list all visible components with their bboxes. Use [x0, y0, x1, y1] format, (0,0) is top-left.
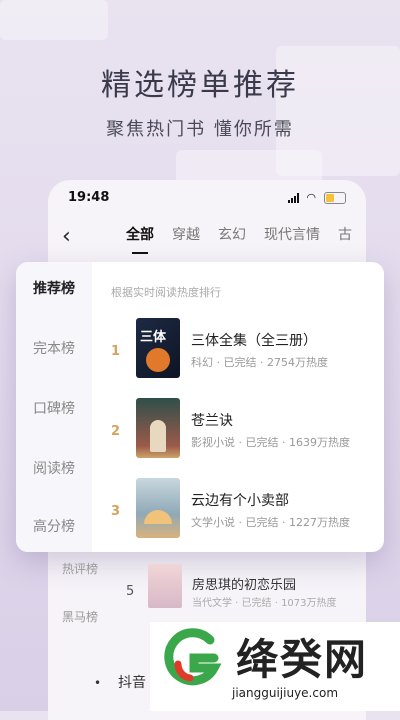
- tab-fantasy[interactable]: 玄幻: [218, 224, 246, 244]
- signal-icon: [288, 193, 302, 203]
- status-time: 19:48: [68, 190, 110, 205]
- book-cover-text: 三体: [140, 330, 167, 345]
- book-cover: 三体: [136, 318, 180, 378]
- book-title: 云边有个小卖部: [191, 493, 289, 509]
- ranking-card: 推荐榜 完本榜 口碑榜 阅读榜 高分榜 根据实时阅读热度排行 1 三体 三体全集…: [16, 262, 384, 552]
- book-meta: 文学小说 · 已完结 · 1227万热度: [191, 516, 350, 529]
- promo-subline: 聚焦热门书 懂你所需: [106, 119, 294, 140]
- tab-modern-romance[interactable]: 现代言情: [264, 224, 320, 244]
- wifi-icon: ◠: [307, 191, 316, 204]
- book-title: 苍兰诀: [191, 413, 233, 429]
- status-bar: 19:48 ◠: [68, 188, 346, 208]
- tab-ancient[interactable]: 古: [338, 224, 352, 244]
- bullet: •: [94, 676, 102, 690]
- decor-rect: [0, 0, 108, 40]
- book-meta: 当代文学 · 已完结 · 1073万热度: [192, 598, 337, 609]
- book-title: 三体全集（全三册）: [191, 333, 317, 349]
- site-logo-icon: [164, 628, 222, 686]
- book-rank: 5: [126, 584, 135, 599]
- promo-headline: 精选榜单推荐: [101, 68, 299, 103]
- ranking-hint: 根据实时阅读热度排行: [111, 286, 221, 299]
- book-meta: 影视小说 · 已完结 · 1639万热度: [191, 436, 350, 449]
- watermark: 绛癸网 jiangguijiuye.com: [150, 622, 400, 711]
- watermark-title: 绛癸网: [236, 635, 369, 684]
- status-icons: ◠: [288, 192, 346, 204]
- category-tabs: 全部 穿越 玄幻 现代言情 古: [126, 224, 352, 254]
- book-rank: 1: [111, 344, 121, 359]
- tiktok-label: 抖音: [118, 675, 146, 691]
- book-cover: [136, 478, 180, 538]
- book-meta: 科幻 · 已完结 · 2754万热度: [191, 356, 328, 369]
- book-row[interactable]: 2 苍兰诀 影视小说 · 已完结 · 1639万热度: [16, 398, 384, 468]
- book-row[interactable]: 3 云边有个小卖部 文学小说 · 已完结 · 1227万热度: [16, 478, 384, 548]
- tab-all[interactable]: 全部: [126, 224, 154, 254]
- book-row[interactable]: 1 三体 三体全集（全三册） 科幻 · 已完结 · 2754万热度: [16, 318, 384, 388]
- sidebar-item-recommend[interactable]: 推荐榜: [16, 278, 92, 298]
- watermark-domain: jiangguijiuye.com: [232, 686, 339, 700]
- tab-time-travel[interactable]: 穿越: [172, 224, 200, 244]
- sidebar-item-hot-review[interactable]: 热评榜: [62, 560, 98, 577]
- book-title[interactable]: 房思琪的初恋乐园: [192, 574, 296, 593]
- sidebar-item-dark-horse[interactable]: 黑马榜: [62, 608, 98, 625]
- book-rank: 2: [111, 424, 121, 439]
- battery-icon: [324, 192, 346, 204]
- book-rank: 3: [111, 504, 121, 519]
- book-cover: [148, 564, 182, 608]
- book-cover: [136, 398, 180, 458]
- chevron-left-icon[interactable]: ‹: [62, 224, 71, 249]
